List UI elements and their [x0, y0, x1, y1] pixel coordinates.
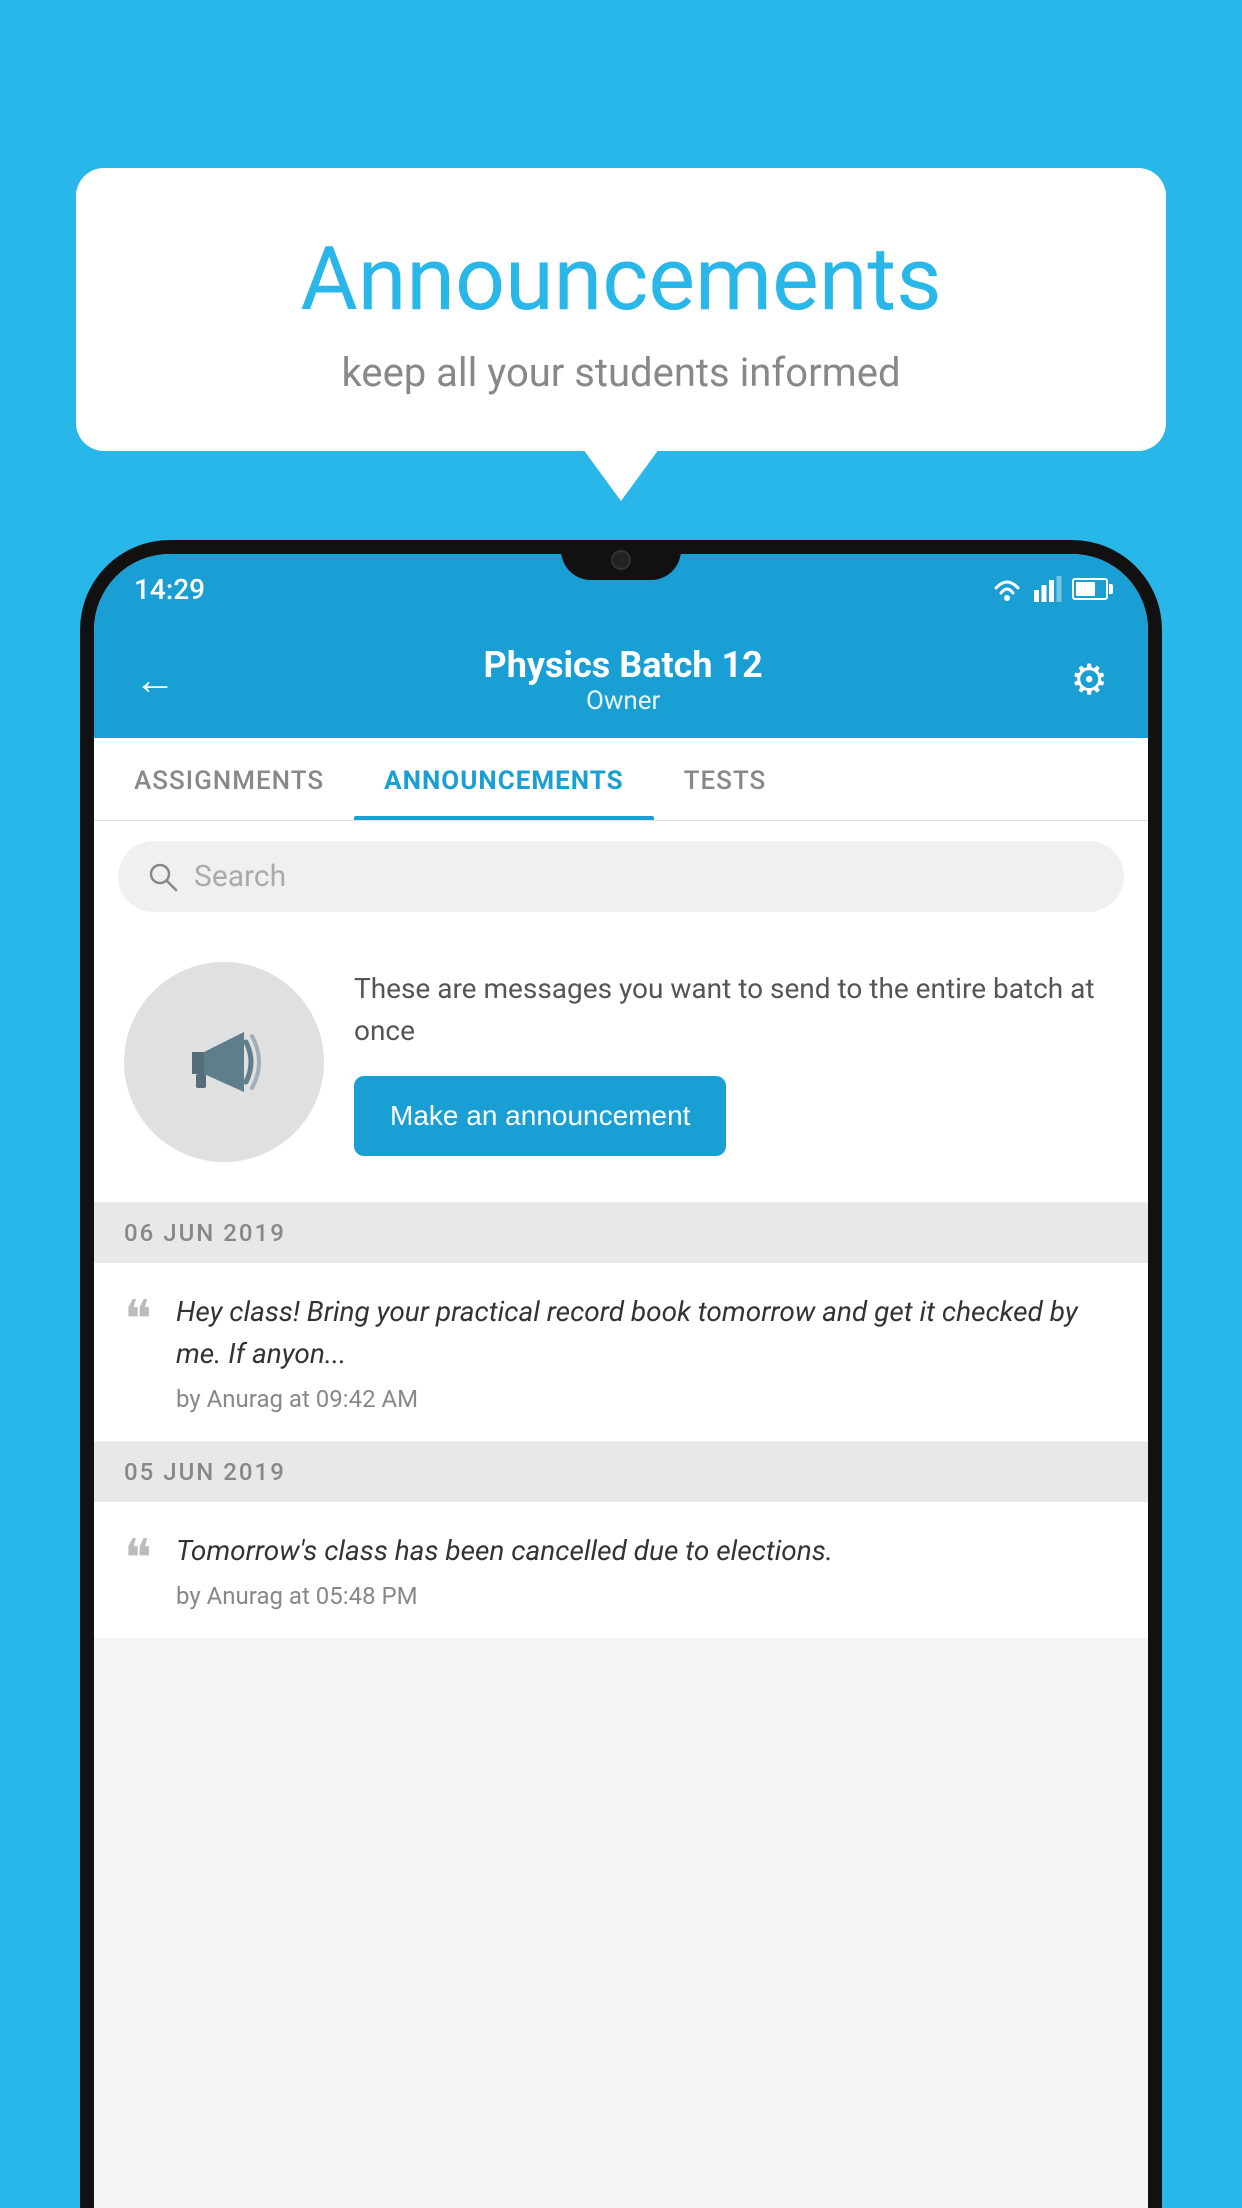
date-separator-2: 05 JUN 2019 — [94, 1442, 1148, 1502]
header-title-group: Physics Batch 12 Owner — [484, 644, 763, 716]
status-icons — [990, 576, 1108, 602]
search-placeholder-text: Search — [194, 859, 286, 894]
promo-description: These are messages you want to send to t… — [354, 968, 1118, 1052]
phone-frame: 14:29 — [80, 540, 1162, 2208]
tab-tests[interactable]: TESTS — [654, 738, 797, 820]
phone-screen: 14:29 — [94, 554, 1148, 2208]
announcement-item-2[interactable]: ❝ Tomorrow's class has been cancelled du… — [94, 1502, 1148, 1639]
camera — [611, 550, 631, 570]
app-header: ← Physics Batch 12 Owner ⚙ — [94, 624, 1148, 738]
bubble-subtitle: keep all your students informed — [126, 349, 1116, 396]
quote-icon-1: ❝ — [124, 1295, 152, 1347]
announcement-text-1: Hey class! Bring your practical record b… — [176, 1291, 1118, 1375]
search-container: Search — [94, 821, 1148, 932]
make-announcement-button[interactable]: Make an announcement — [354, 1076, 726, 1156]
wifi-icon — [990, 576, 1024, 602]
tab-assignments[interactable]: ASSIGNMENTS — [104, 738, 354, 820]
megaphone-icon — [174, 1012, 274, 1112]
announcement-item-1[interactable]: ❝ Hey class! Bring your practical record… — [94, 1263, 1148, 1442]
settings-icon[interactable]: ⚙ — [1070, 655, 1108, 705]
signal-icon — [1034, 576, 1062, 602]
announcement-content-1: Hey class! Bring your practical record b… — [176, 1291, 1118, 1413]
content-area: Search These are messages you want — [94, 821, 1148, 1639]
speech-bubble-card: Announcements keep all your students inf… — [76, 168, 1166, 451]
batch-name: Physics Batch 12 — [484, 644, 763, 686]
date-separator-1: 06 JUN 2019 — [94, 1203, 1148, 1263]
announcement-text-2: Tomorrow's class has been cancelled due … — [176, 1530, 1118, 1572]
search-bar[interactable]: Search — [118, 841, 1124, 912]
quote-icon-2: ❝ — [124, 1534, 152, 1586]
status-time: 14:29 — [134, 573, 205, 606]
announcement-content-2: Tomorrow's class has been cancelled due … — [176, 1530, 1118, 1610]
owner-label: Owner — [484, 686, 763, 716]
phone-notch — [561, 540, 681, 580]
tabs-bar: ASSIGNMENTS ANNOUNCEMENTS TESTS — [94, 738, 1148, 821]
promo-block: These are messages you want to send to t… — [94, 932, 1148, 1203]
promo-icon-circle — [124, 962, 324, 1162]
search-icon — [148, 862, 178, 892]
promo-right: These are messages you want to send to t… — [354, 968, 1118, 1156]
back-button[interactable]: ← — [134, 656, 176, 705]
tab-announcements[interactable]: ANNOUNCEMENTS — [354, 738, 653, 820]
battery-icon — [1072, 578, 1108, 600]
announcement-meta-1: by Anurag at 09:42 AM — [176, 1385, 1118, 1413]
bubble-title: Announcements — [126, 228, 1116, 331]
announcement-meta-2: by Anurag at 05:48 PM — [176, 1582, 1118, 1610]
